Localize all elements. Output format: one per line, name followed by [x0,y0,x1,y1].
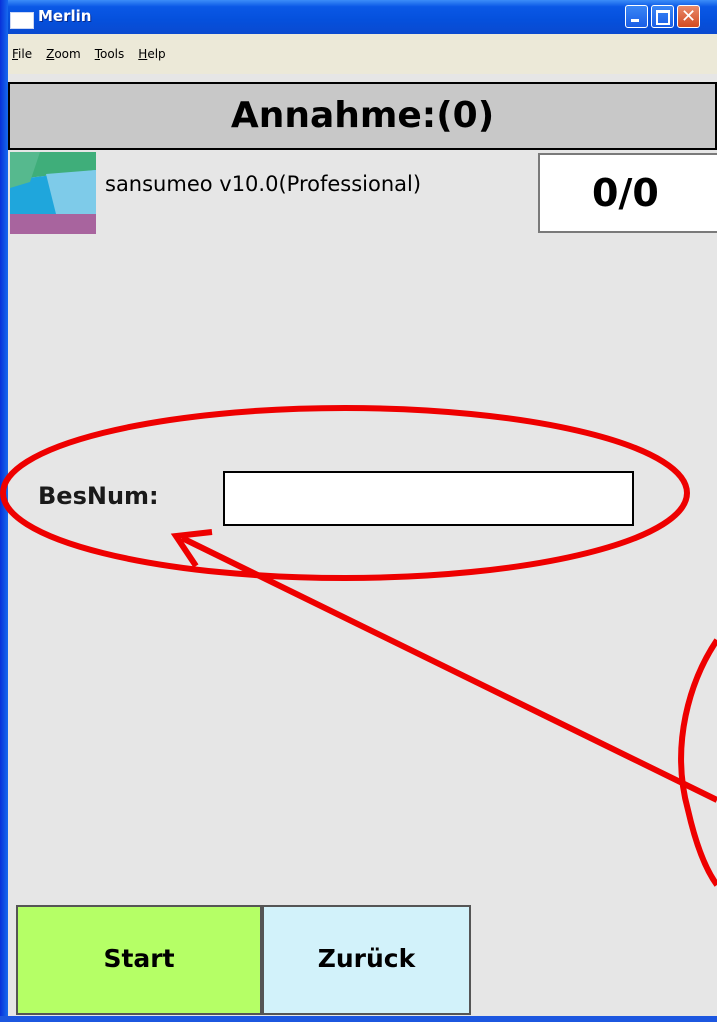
window-frame-left [0,0,8,1022]
back-button[interactable]: Zurück [262,905,471,1015]
besnum-label: BesNum: [38,482,159,510]
annotation-arrowhead [170,529,213,568]
menu-file[interactable]: File [12,47,32,61]
page-header: Annahme:(0) [8,82,717,150]
window-title: Merlin [38,7,92,25]
app-window: Merlin ✕ File Zoom Tools Help Annahme:(0… [0,0,717,1022]
title-bar[interactable]: Merlin ✕ [0,0,717,34]
close-button[interactable]: ✕ [677,5,700,28]
annotation-arrow [180,535,717,803]
menu-zoom[interactable]: Zoom [46,47,81,61]
besnum-input[interactable] [223,471,634,526]
window-icon [10,12,34,29]
brand-logo-icon [10,152,96,234]
minimize-button[interactable] [625,5,648,28]
menu-bar: File Zoom Tools Help [8,34,717,74]
window-frame-bottom [0,1016,717,1022]
menu-tools[interactable]: Tools [95,47,125,61]
page-title: Annahme:(0) [230,95,495,136]
annotation-ellipse-right [678,638,717,887]
menu-help[interactable]: Help [138,47,165,61]
maximize-icon [652,6,673,27]
minimize-icon [626,6,647,27]
brand-label: sansumeo v10.0(Professional) [105,172,422,196]
close-icon: ✕ [680,6,697,27]
start-button[interactable]: Start [16,905,262,1015]
item-counter: 0/0 [538,153,717,233]
maximize-button[interactable] [651,5,674,28]
